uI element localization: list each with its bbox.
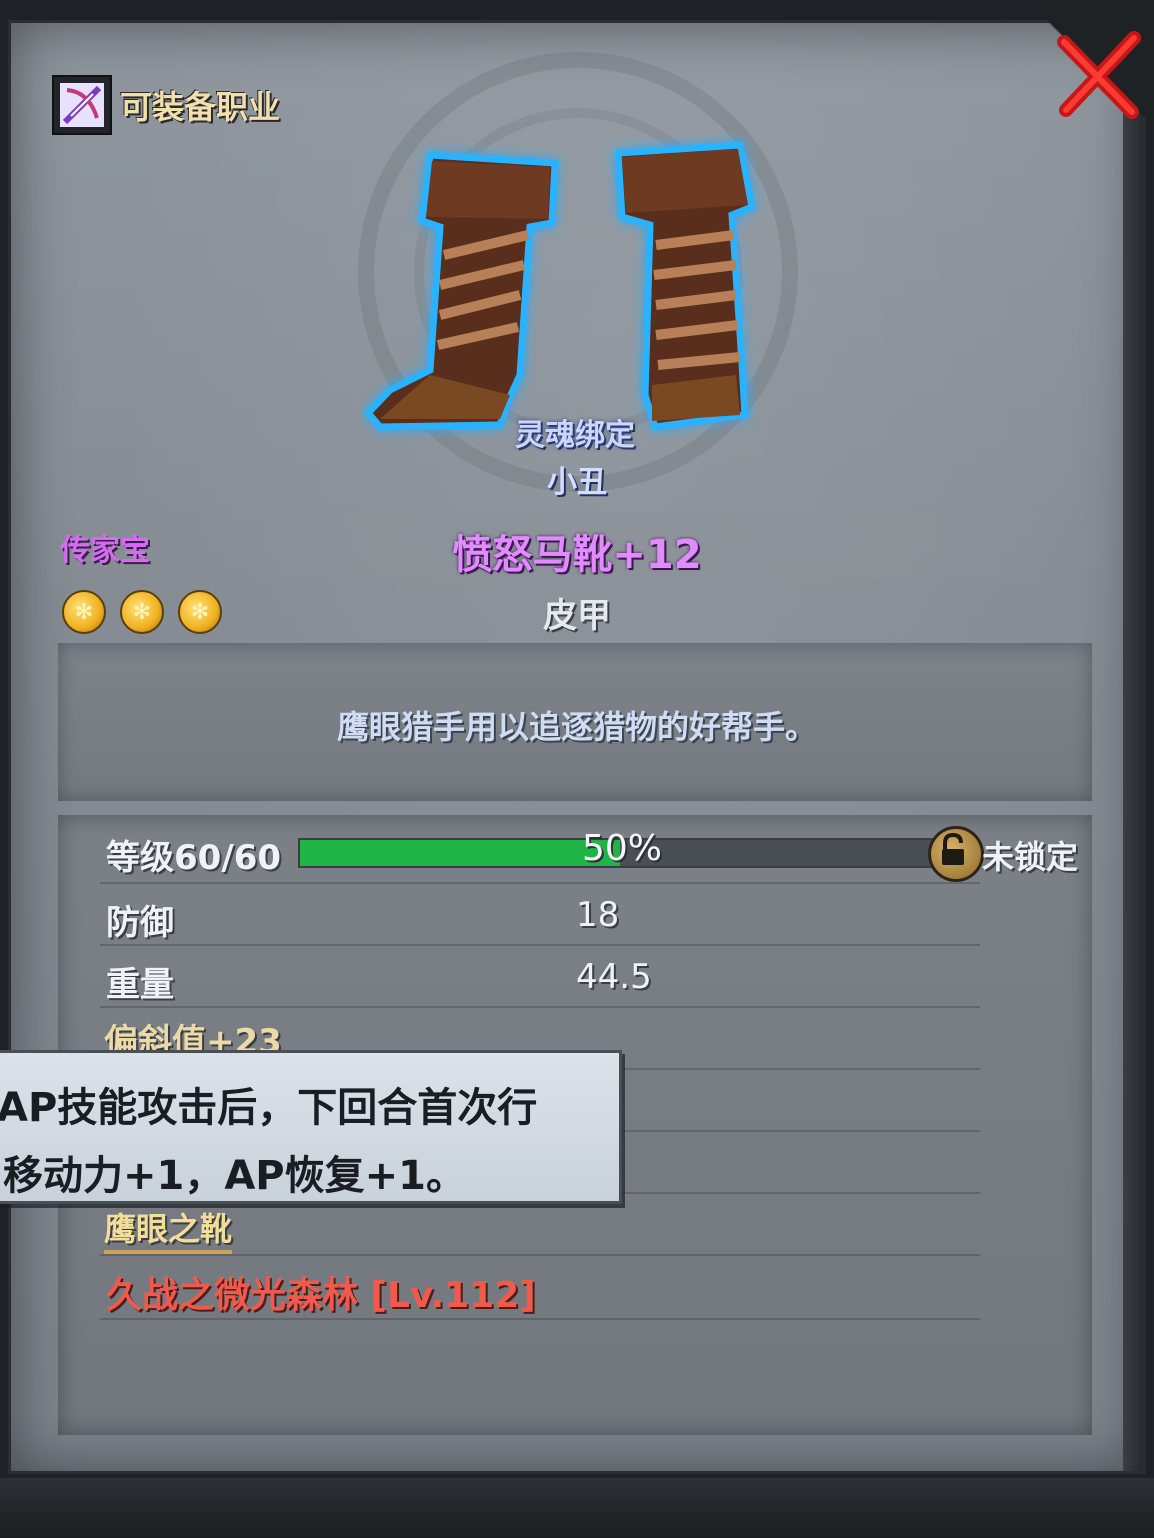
item-description: 鹰眼猎手用以追逐猎物的好帮手。 xyxy=(336,708,817,746)
level-label: 等级60/60 xyxy=(106,838,282,878)
drop-source[interactable]: 久战之微光森林 [Lv.112] xyxy=(106,1266,536,1318)
weight-value: 44.5 xyxy=(576,957,652,997)
equippable-class-header: 可装备职业 xyxy=(52,75,280,135)
close-icon xyxy=(1057,31,1141,119)
level-progress-fill xyxy=(300,840,620,866)
tooltip-line-1: AP技能攻击后，下回合首次行 xyxy=(0,1085,538,1131)
row-divider xyxy=(100,1318,980,1320)
row-divider xyxy=(100,1006,980,1008)
close-button[interactable] xyxy=(1004,0,1154,130)
row-divider xyxy=(100,882,980,884)
row-divider xyxy=(100,944,980,946)
lock-icon[interactable] xyxy=(928,826,984,882)
set-name[interactable]: 鹰眼之靴 xyxy=(104,1204,233,1254)
defense-label: 防御 xyxy=(106,903,174,943)
row-divider xyxy=(100,1254,980,1256)
tooltip-line-2: 移动力+1，AP恢复+1。 xyxy=(3,1153,466,1199)
item-name: 愤怒马靴+12 xyxy=(452,532,702,578)
item-type: 皮甲 xyxy=(543,596,611,636)
boots-item-icon xyxy=(363,141,756,431)
lock-status: 未锁定 xyxy=(982,838,1079,876)
weight-label: 重量 xyxy=(106,965,174,1005)
defense-value: 18 xyxy=(576,895,620,935)
soulbound-label: 灵魂绑定 xyxy=(515,418,635,453)
bottom-bar xyxy=(0,1478,1154,1538)
item-class-label: 小丑 xyxy=(547,465,607,500)
level-progress-text: 50% xyxy=(582,828,663,869)
skill-tooltip: AP技能攻击后，下回合首次行 移动力+1，AP恢复+1。 xyxy=(0,1050,622,1204)
equippable-class-label: 可装备职业 xyxy=(120,88,281,126)
archer-class-icon[interactable] xyxy=(52,75,112,135)
